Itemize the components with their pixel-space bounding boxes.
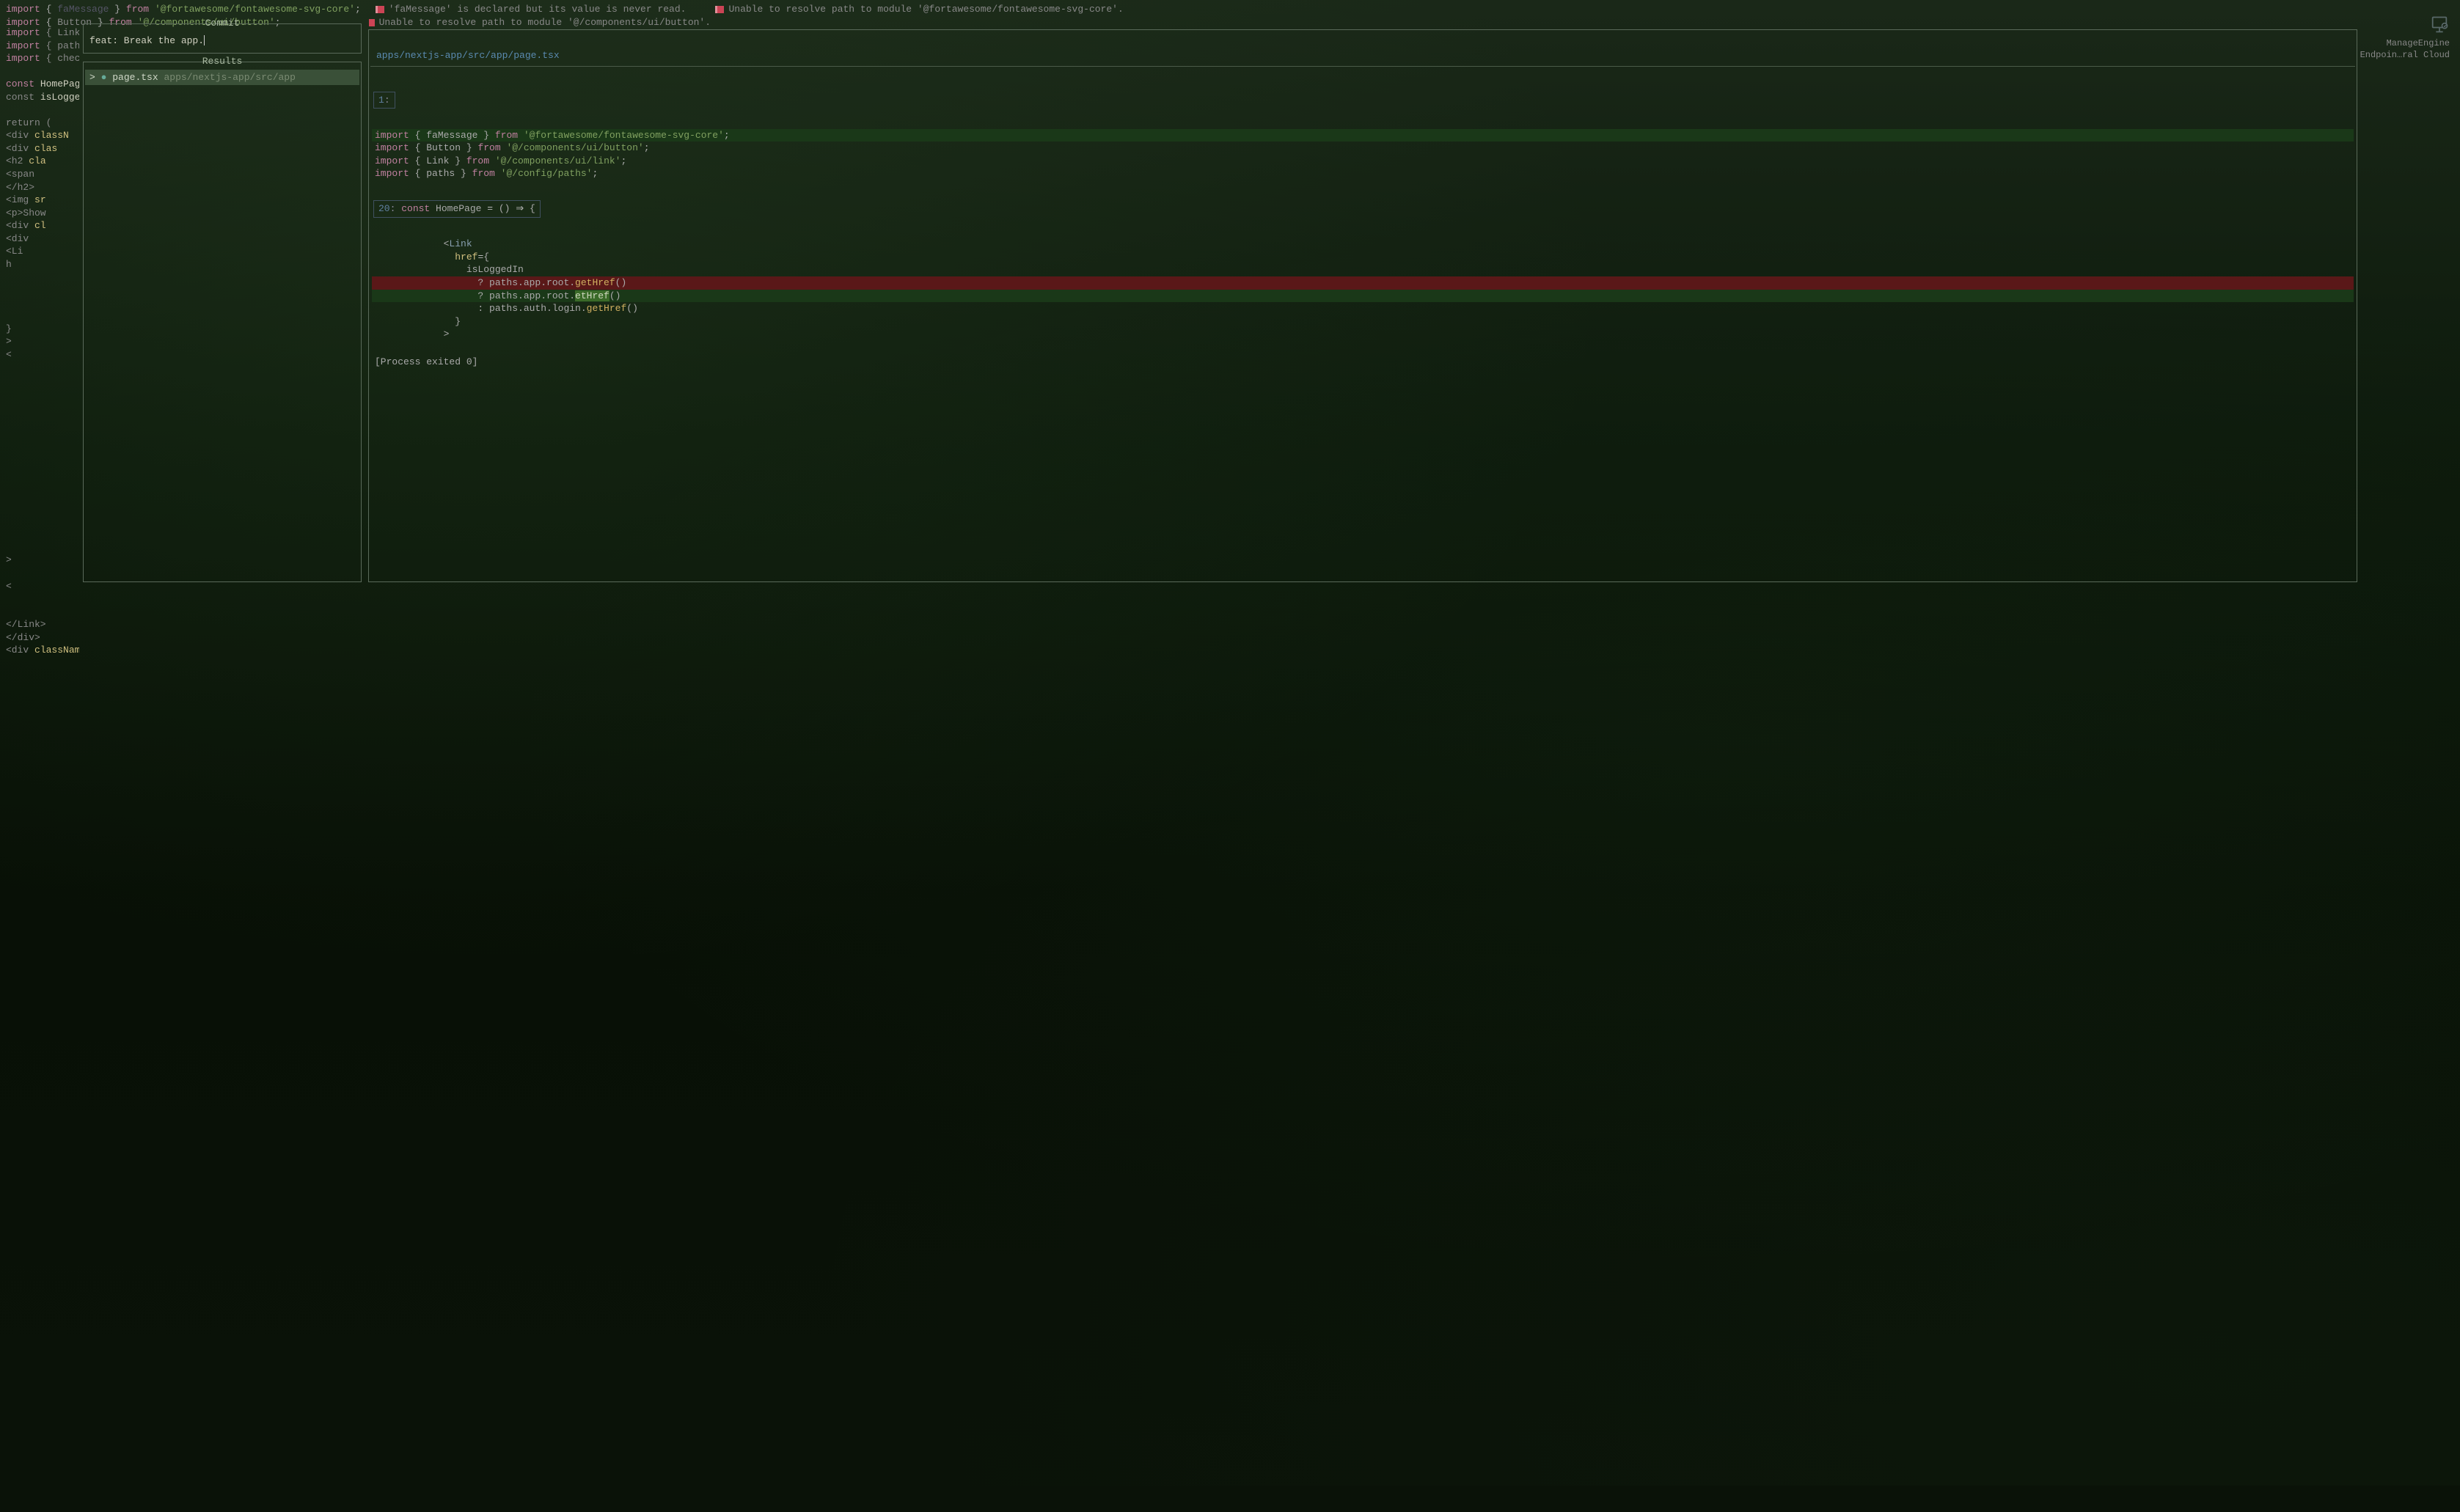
results-prompt: > (89, 72, 95, 83)
background-code-line (6, 361, 79, 374)
error-marker-icon (369, 19, 375, 26)
hunk-header-1: 1: (373, 92, 395, 109)
background-code-line: const HomePage (6, 78, 79, 91)
hint-marker-icon (376, 6, 384, 13)
background-code-line: </div> (6, 631, 79, 645)
background-code-line: <div cl (6, 219, 79, 232)
background-code-line (6, 567, 79, 580)
results-panel-title: Results (84, 55, 361, 68)
background-code-line (6, 400, 79, 413)
code-line: <Link (372, 238, 2354, 251)
background-code-line (6, 477, 79, 490)
watermark: ManageEngine Endpoin…ral Cloud (2360, 15, 2450, 61)
diag-error-1: Unable to resolve path to module '@/comp… (369, 16, 711, 29)
process-exit-message: [Process exited 0] (372, 341, 2354, 372)
background-code-line: < (6, 580, 79, 593)
watermark-line2: Endpoin…ral Cloud (2360, 50, 2450, 62)
code-line: import { paths } from '@/config/paths'; (372, 167, 2354, 180)
background-code-line: > (6, 554, 79, 567)
results-panel: Results > ● page.tsx apps/nextjs-app/src… (83, 62, 362, 582)
background-code-line: } (6, 323, 79, 336)
background-code-line (6, 464, 79, 477)
background-code-line (6, 592, 79, 606)
commit-panel: Commit feat: Break the app. (83, 23, 362, 54)
code-line: : paths.auth.login.getHref() (372, 302, 2354, 315)
background-code-line: <img sr (6, 194, 79, 207)
watermark-line1: ManageEngine (2360, 38, 2450, 50)
background-code-line (6, 412, 79, 425)
background-code-line (6, 296, 79, 309)
results-item[interactable]: > ● page.tsx apps/nextjs-app/src/app (85, 70, 359, 86)
background-code-line: < (6, 348, 79, 362)
code-line: > (372, 328, 2354, 341)
code-line: href={ (372, 251, 2354, 264)
background-code-line: <div (6, 232, 79, 246)
results-filename: page.tsx (112, 72, 158, 83)
background-code-line (6, 490, 79, 503)
background-code-line: <p>Show (6, 207, 79, 220)
background-code-line: <div clas (6, 142, 79, 155)
hunk-header-2: 20: const HomePage = () ⇒ { (373, 200, 541, 218)
background-code-line (6, 103, 79, 117)
diff-added-line: import { faMessage } from '@fortawesome/… (372, 129, 2354, 142)
background-editor[interactable]: import { Link }import { pathsimport { ch… (6, 26, 79, 1512)
background-code-line (6, 309, 79, 323)
background-code-line: <span (6, 168, 79, 181)
background-code-line (6, 451, 79, 464)
background-code-line (6, 271, 79, 284)
code-line: import { Link } from '@/components/ui/li… (372, 155, 2354, 168)
background-code-line (6, 425, 79, 438)
code-line: isLoggedIn (372, 263, 2354, 276)
background-code-line: import { paths (6, 40, 79, 53)
background-code-line (6, 386, 79, 400)
code-line: import { Button } from '@/components/ui/… (372, 142, 2354, 155)
background-code-line (6, 284, 79, 297)
background-code-line: </Link> (6, 618, 79, 631)
background-code-line (6, 515, 79, 529)
background-code-line: <Li (6, 245, 79, 258)
background-code-line: </h2> (6, 181, 79, 194)
background-code-line (6, 65, 79, 78)
commit-message-input[interactable]: feat: Break the app. (84, 30, 361, 54)
background-code-line (6, 606, 79, 619)
background-code-line (6, 528, 79, 541)
diag-error-text: Unable to resolve path to module '@/comp… (379, 16, 711, 29)
preview-breadcrumb[interactable]: apps/nextjs-app/src/app/page.tsx (376, 50, 560, 61)
background-code-line: import { checkL (6, 52, 79, 65)
background-code-line: > (6, 335, 79, 348)
background-code-line: <h2 cla (6, 155, 79, 168)
code-line: } (372, 315, 2354, 329)
error-marker-icon (715, 6, 724, 13)
preview-header: apps/nextjs-app/src/app/page.tsx (370, 43, 2355, 67)
background-code-line: const isLogge (6, 91, 79, 104)
manageengine-icon (2429, 15, 2450, 35)
background-code-line: <div classN (6, 129, 79, 142)
diff-added-line: ? paths.app.root.etHref() (372, 290, 2354, 303)
background-code-line (6, 502, 79, 515)
background-code-line (6, 374, 79, 387)
background-code-line: import { Link } (6, 26, 79, 40)
background-code-line: h (6, 258, 79, 271)
results-filepath: apps/nextjs-app/src/app (164, 72, 295, 83)
preview-panel: apps/nextjs-app/src/app/page.tsx 1: impo… (368, 29, 2357, 582)
diff-removed-line: ? paths.app.root.getHref() (372, 276, 2354, 290)
results-icon: ● (101, 72, 107, 83)
background-code-line: return ( (6, 117, 79, 130)
preview-body[interactable]: 1: import { faMessage } from '@fortaweso… (369, 67, 2357, 375)
background-code-line: <div className="ml-2 inline-flex"> (6, 644, 79, 657)
background-code-line (6, 438, 79, 452)
commit-panel-title: Commit (84, 17, 361, 30)
background-code-line (6, 541, 79, 554)
